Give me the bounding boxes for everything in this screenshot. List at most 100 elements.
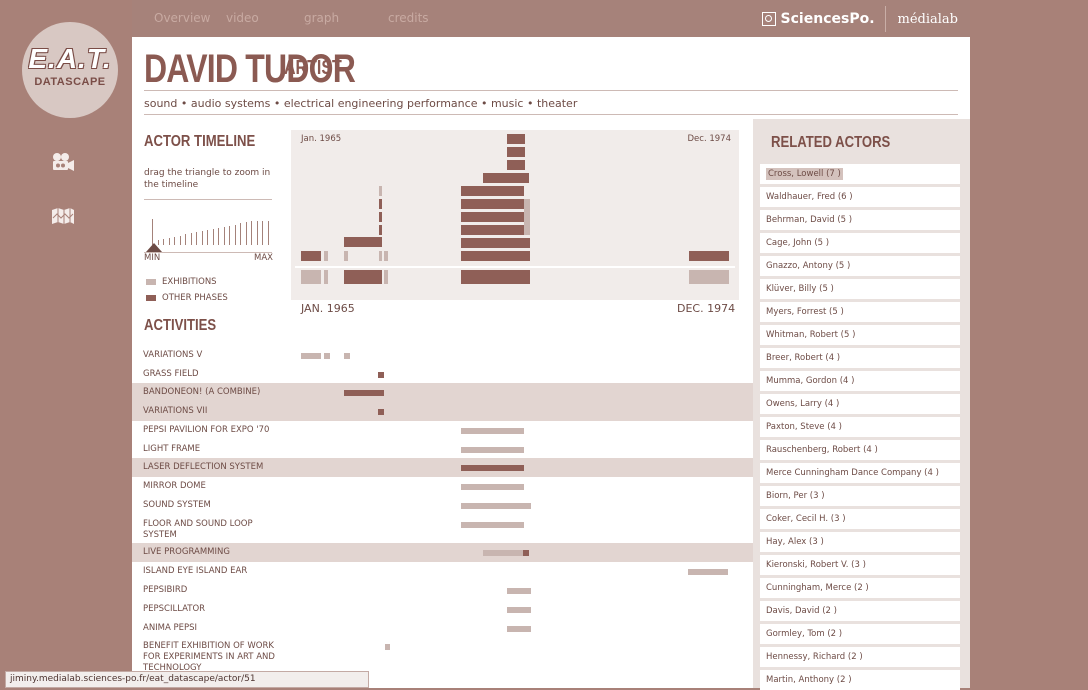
- activity-label: VARIATIONS V: [143, 350, 203, 360]
- zoom-tick: [163, 238, 164, 245]
- related-actor-item[interactable]: Waldhauer, Fred (6 ): [760, 187, 960, 207]
- activity-row[interactable]: BANDONEON! (A COMBINE): [132, 383, 753, 402]
- activity-row[interactable]: PEPSCILLATOR: [132, 600, 753, 619]
- zoom-track: [144, 252, 272, 253]
- timeline-divider: [144, 199, 272, 200]
- related-actor-label: Kieronski, Robert V. (3 ): [766, 560, 866, 570]
- activity-row[interactable]: PEPSI PAVILION FOR EXPO '70: [132, 421, 753, 440]
- timeline-start-date: Jan. 1965: [301, 134, 342, 144]
- related-actor-item[interactable]: Hennessy, Richard (2 ): [760, 647, 960, 667]
- tl-summary: [344, 270, 382, 284]
- related-actor-item[interactable]: Biorn, Per (3 ): [760, 486, 960, 506]
- activity-row[interactable]: PEPSIBIRD: [132, 581, 753, 600]
- related-actor-label: Biorn, Per (3 ): [766, 491, 825, 501]
- eat-datascape-logo[interactable]: E.A.T. DATASCAPE: [22, 22, 118, 118]
- activity-row[interactable]: FLOOR AND SOUND LOOP SYSTEM: [132, 515, 753, 543]
- zoom-tick: [229, 225, 230, 245]
- zoom-tick: [218, 227, 219, 245]
- zoom-tick: [251, 221, 252, 245]
- map-icon[interactable]: [50, 206, 76, 226]
- tl-bar: [461, 251, 530, 261]
- activity-bar: [385, 644, 390, 650]
- related-actor-item[interactable]: Klüver, Billy (5 ): [760, 279, 960, 299]
- activity-row[interactable]: SOUND SYSTEM: [132, 496, 753, 515]
- legend-exhibitions-label: EXHIBITIONS: [162, 277, 217, 287]
- related-actor-label: Hay, Alex (3 ): [766, 537, 824, 547]
- activity-label: GRASS FIELD: [143, 369, 199, 379]
- related-actor-item[interactable]: Gormley, Tom (2 ): [760, 624, 960, 644]
- actor-role: ARTIST: [284, 57, 342, 79]
- related-actor-item[interactable]: Breer, Robert (4 ): [760, 348, 960, 368]
- zoom-tick: [262, 221, 263, 245]
- header-divider: [144, 90, 958, 91]
- tl-bar: [689, 251, 729, 261]
- related-actor-label: Whitman, Robert (5 ): [766, 330, 856, 340]
- related-actor-item[interactable]: Coker, Cecil H. (3 ): [760, 509, 960, 529]
- activity-row[interactable]: VARIATIONS V: [132, 346, 753, 365]
- activity-bar: [461, 447, 524, 453]
- related-actor-item[interactable]: Mumma, Gordon (4 ): [760, 371, 960, 391]
- related-actor-label: Davis, David (2 ): [766, 606, 837, 616]
- activity-label: LIVE PROGRAMMING: [143, 547, 230, 557]
- zoom-tick: [207, 230, 208, 245]
- tl-bar: [507, 147, 525, 157]
- activity-row[interactable]: GRASS FIELD: [132, 365, 753, 384]
- zoom-tick: [212, 228, 214, 245]
- nav-credits[interactable]: credits: [388, 11, 429, 25]
- tl-bar: [461, 212, 524, 222]
- related-actor-item[interactable]: Whitman, Robert (5 ): [760, 325, 960, 345]
- related-actor-label: Myers, Forrest (5 ): [766, 307, 844, 317]
- nav-video[interactable]: video: [226, 11, 259, 25]
- activity-row[interactable]: LASER DEFLECTION SYSTEM: [132, 458, 753, 477]
- related-actor-label: Klüver, Billy (5 ): [766, 284, 834, 294]
- activity-label: LIGHT FRAME: [143, 444, 201, 454]
- related-actor-label: Rauschenberg, Robert (4 ): [766, 445, 878, 455]
- main-panel: DAVID TUDOR ARTIST sound • audio systems…: [132, 37, 970, 690]
- related-actor-item[interactable]: Hay, Alex (3 ): [760, 532, 960, 552]
- related-actor-label: Gormley, Tom (2 ): [766, 629, 843, 639]
- related-actors-panel: RELATED ACTORS Cross, Lowell (7 ) Waldhau…: [753, 119, 970, 690]
- related-actor-item[interactable]: Martin, Anthony (2 ): [760, 670, 960, 690]
- related-actor-item[interactable]: Paxton, Steve (4 ): [760, 417, 960, 437]
- nav-graph[interactable]: graph: [304, 11, 339, 25]
- zoom-tick: [267, 221, 269, 245]
- related-actor-item[interactable]: Gnazzo, Antony (5 ): [760, 256, 960, 276]
- related-actor-label: Cross, Lowell (7 ): [766, 168, 843, 180]
- timeline-end-date: Dec. 1974: [687, 134, 731, 144]
- related-actor-item[interactable]: Behrman, David (5 ): [760, 210, 960, 230]
- related-actor-item[interactable]: Cunningham, Merce (2 ): [760, 578, 960, 598]
- video-camera-icon[interactable]: [50, 152, 76, 172]
- zoom-ticks[interactable]: [144, 215, 272, 245]
- activity-label: PEPSIBIRD: [143, 585, 188, 595]
- activity-row[interactable]: ANIMA PEPSI: [132, 619, 753, 638]
- activity-row[interactable]: LIVE PROGRAMMING: [132, 543, 753, 562]
- related-actor-item[interactable]: Cage, John (5 ): [760, 233, 960, 253]
- related-actor-item[interactable]: Rauschenberg, Robert (4 ): [760, 440, 960, 460]
- activity-label: PEPSCILLATOR: [143, 604, 206, 614]
- medialab-logo[interactable]: médialab: [886, 12, 970, 27]
- legend-exhibitions: EXHIBITIONS: [146, 277, 217, 287]
- related-actor-item[interactable]: Owens, Larry (4 ): [760, 394, 960, 414]
- related-actor-item[interactable]: Cross, Lowell (7 ): [760, 164, 960, 184]
- activity-row[interactable]: VARIATIONS VII: [132, 402, 753, 421]
- related-actor-item[interactable]: Davis, David (2 ): [760, 601, 960, 621]
- related-actor-item[interactable]: Myers, Forrest (5 ): [760, 302, 960, 322]
- actor-header: DAVID TUDOR: [144, 47, 408, 92]
- zoom-triangle-handle[interactable]: [146, 243, 162, 252]
- related-actor-label: Mumma, Gordon (4 ): [766, 376, 855, 386]
- related-actor-item[interactable]: Merce Cunningham Dance Company (4 ): [760, 463, 960, 483]
- tl-bar: [301, 251, 321, 261]
- related-actor-label: Coker, Cecil H. (3 ): [766, 514, 846, 524]
- sciencespo-logo[interactable]: SciencesPo.: [752, 6, 886, 32]
- activity-label: FLOOR AND SOUND LOOP SYSTEM: [143, 519, 253, 540]
- tl-bar: [461, 186, 524, 196]
- activity-row[interactable]: ISLAND EYE ISLAND EAR: [132, 562, 753, 581]
- activity-row[interactable]: MIRROR DOME: [132, 477, 753, 496]
- related-actor-label: Martin, Anthony (2 ): [766, 675, 852, 685]
- related-actor-item[interactable]: Kieronski, Robert V. (3 ): [760, 555, 960, 575]
- timeline-chart[interactable]: Jan. 1965 Dec. 1974: [291, 130, 739, 300]
- brand-logos: SciencesPo. médialab: [752, 6, 970, 32]
- activity-row[interactable]: LIGHT FRAME: [132, 440, 753, 459]
- status-bar-url: jiminy.medialab.sciences-po.fr/eat_datas…: [5, 671, 369, 688]
- nav-overview[interactable]: Overview: [154, 11, 211, 25]
